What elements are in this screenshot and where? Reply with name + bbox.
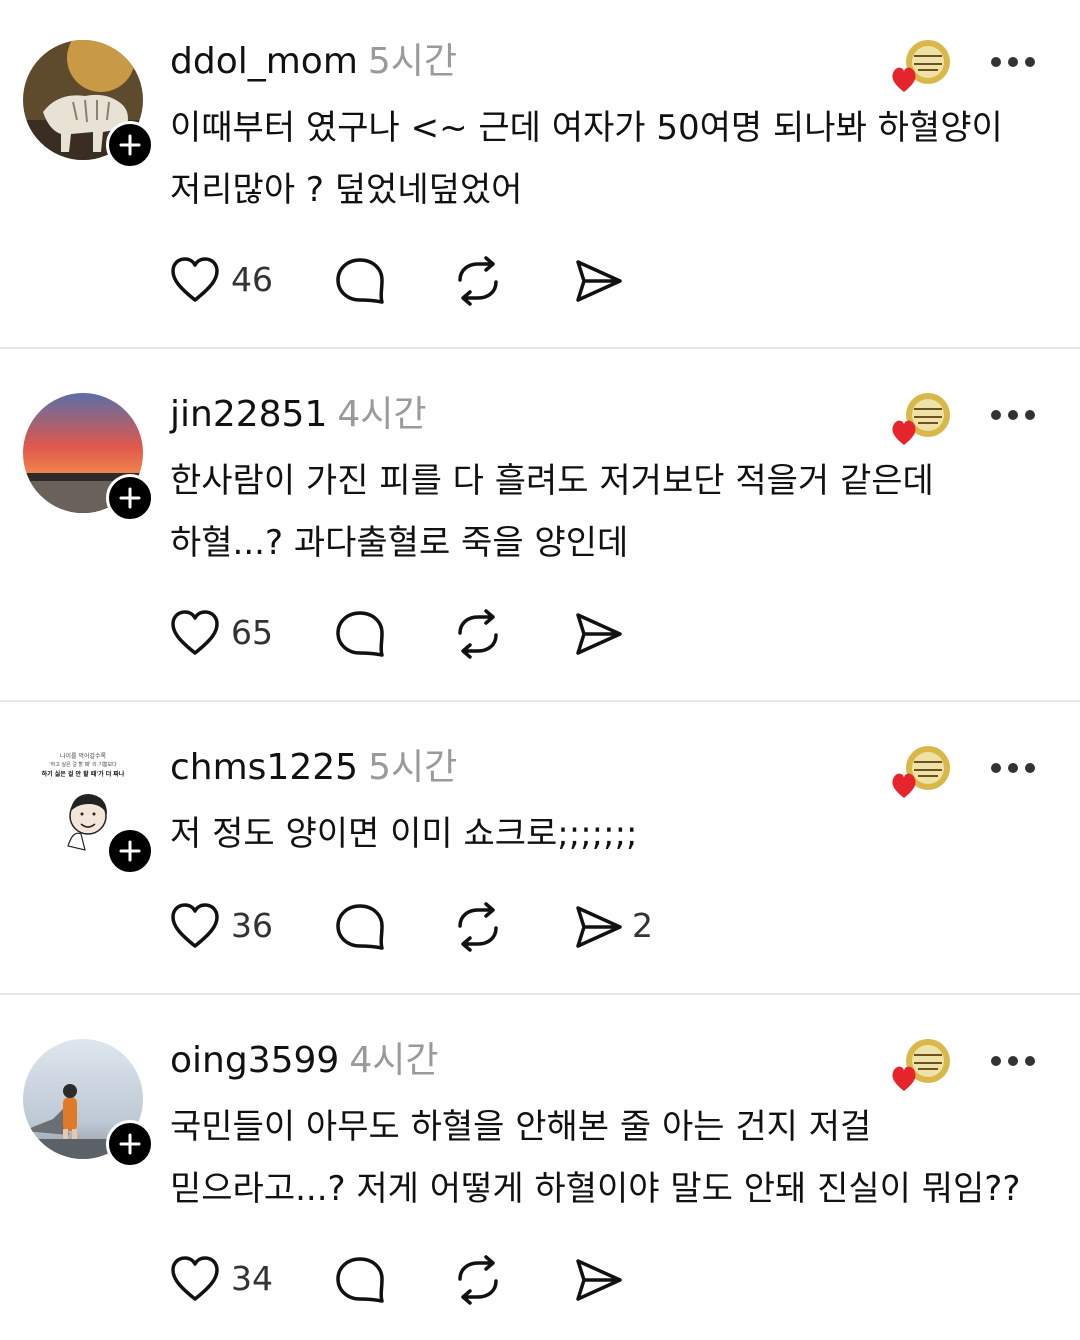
plus-icon [119,1133,141,1155]
comment-line: 한사람이 가진 피를 다 흘려도 저거보단 적을거 같은데 [170,461,934,501]
share-button[interactable]: 2 [572,898,662,954]
more-horizontal-icon [991,763,1035,773]
like-count: 34 [231,1259,273,1298]
divider [0,993,1080,995]
share-count: 2 [632,906,653,945]
username[interactable]: oing3599 [170,1040,339,1081]
action-bar: 46 [170,252,670,308]
sticker-heart-icon[interactable] [890,391,954,449]
more-horizontal-icon [991,57,1035,67]
comment-body: 이때부터 였구나 <~ 근데 여자가 50여명 되나봐 하혈양이 저리많아 ? … [170,97,1003,221]
comment-line: 이때부터 였구나 <~ 근데 여자가 50여명 되나봐 하혈양이 [170,108,1003,148]
action-bar: 34 [170,1251,670,1307]
comment-line: 믿으라고...? 저게 어떻게 하혈이야 말도 안돼 진실이 뭐임?? [170,1169,1021,1209]
heart-icon [171,610,219,655]
more-horizontal-icon [991,410,1035,420]
heart-icon [171,903,219,948]
reply-button[interactable] [334,1251,386,1307]
avatar-caption: 하기 싫은 걸 안 할 때'가 더 짜나 [42,770,125,778]
repost-icon [458,1255,498,1305]
like-button[interactable]: 65 [170,605,273,661]
avatar-caption: '하고 싶은 걸 할 때' 의 기쁨보다 [49,761,117,768]
follow-button[interactable] [106,121,154,169]
send-icon [576,1259,622,1301]
comment-body: 저 정도 양이면 이미 쇼크로;;;;;;; [170,803,638,865]
repost-icon [458,609,498,659]
more-options-button[interactable] [990,760,1036,776]
heart-icon [171,257,219,302]
comment-header: oing3599 4시간 [170,1039,438,1083]
reply-button[interactable] [334,605,386,661]
divider [0,347,1080,349]
comment-body: 한사람이 가진 피를 다 흘려도 저거보단 적을거 같은데 하혈...? 과다출… [170,450,934,574]
comment-header: chms1225 5시간 [170,746,457,790]
comment-bubble-icon [336,904,384,950]
username[interactable]: jin22851 [170,394,327,435]
heart-icon [171,1256,219,1301]
timestamp: 5시간 [367,41,458,82]
repost-button[interactable] [452,898,504,954]
comment-bubble-icon [336,1257,384,1303]
follow-button[interactable] [106,1120,154,1168]
like-button[interactable]: 46 [170,252,273,308]
more-options-button[interactable] [990,54,1036,70]
comment-body: 국민들이 아무도 하혈을 안해본 줄 아는 건지 저걸 믿으라고...? 저게 … [170,1096,1020,1220]
like-button[interactable]: 36 [170,898,273,954]
avatar-caption: 나이를 먹어갈수록 [60,752,107,760]
like-count: 46 [231,260,273,299]
timestamp: 5시간 [368,747,458,788]
reply-button[interactable] [334,898,386,954]
comment-header: ddol_mom 5시간 [170,40,457,84]
like-count: 65 [231,613,273,652]
comment-line: 저리많아 ? 덮었네덮었어 [170,170,523,210]
like-button[interactable]: 34 [170,1251,273,1307]
username[interactable]: ddol_mom [170,41,358,82]
more-horizontal-icon [991,1056,1035,1066]
comment-line: 하혈...? 과다출혈로 죽을 양인데 [170,523,629,563]
timestamp: 4시간 [337,394,427,435]
plus-icon [119,134,141,156]
more-options-button[interactable] [990,407,1036,423]
sticker-heart-icon[interactable] [890,38,954,96]
timestamp: 4시간 [349,1040,439,1081]
username[interactable]: chms1225 [170,747,358,788]
comment-header: jin22851 4시간 [170,393,427,437]
sticker-heart-icon[interactable] [890,744,954,802]
repost-icon [458,902,498,952]
plus-icon [119,487,141,509]
repost-button[interactable] [452,1251,504,1307]
comment-bubble-icon [336,611,384,657]
comment-bubble-icon [336,258,384,304]
send-icon [576,613,622,655]
share-button[interactable] [572,1251,662,1307]
comment-line: 저 정도 양이면 이미 쇼크로;;;;;;; [170,814,638,854]
share-button[interactable] [572,252,662,308]
send-icon [576,906,622,948]
follow-button[interactable] [106,827,154,875]
like-count: 36 [231,906,273,945]
repost-button[interactable] [452,605,504,661]
reply-button[interactable] [334,252,386,308]
share-button[interactable] [572,605,662,661]
repost-icon [458,256,498,306]
more-options-button[interactable] [990,1053,1036,1069]
sticker-heart-icon[interactable] [890,1037,954,1095]
action-bar: 65 [170,605,670,661]
divider [0,700,1080,702]
action-bar: 36 2 [170,898,670,954]
follow-button[interactable] [106,474,154,522]
send-icon [576,260,622,302]
repost-button[interactable] [452,252,504,308]
plus-icon [119,840,141,862]
comment-line: 국민들이 아무도 하혈을 안해본 줄 아는 건지 저걸 [170,1107,872,1147]
